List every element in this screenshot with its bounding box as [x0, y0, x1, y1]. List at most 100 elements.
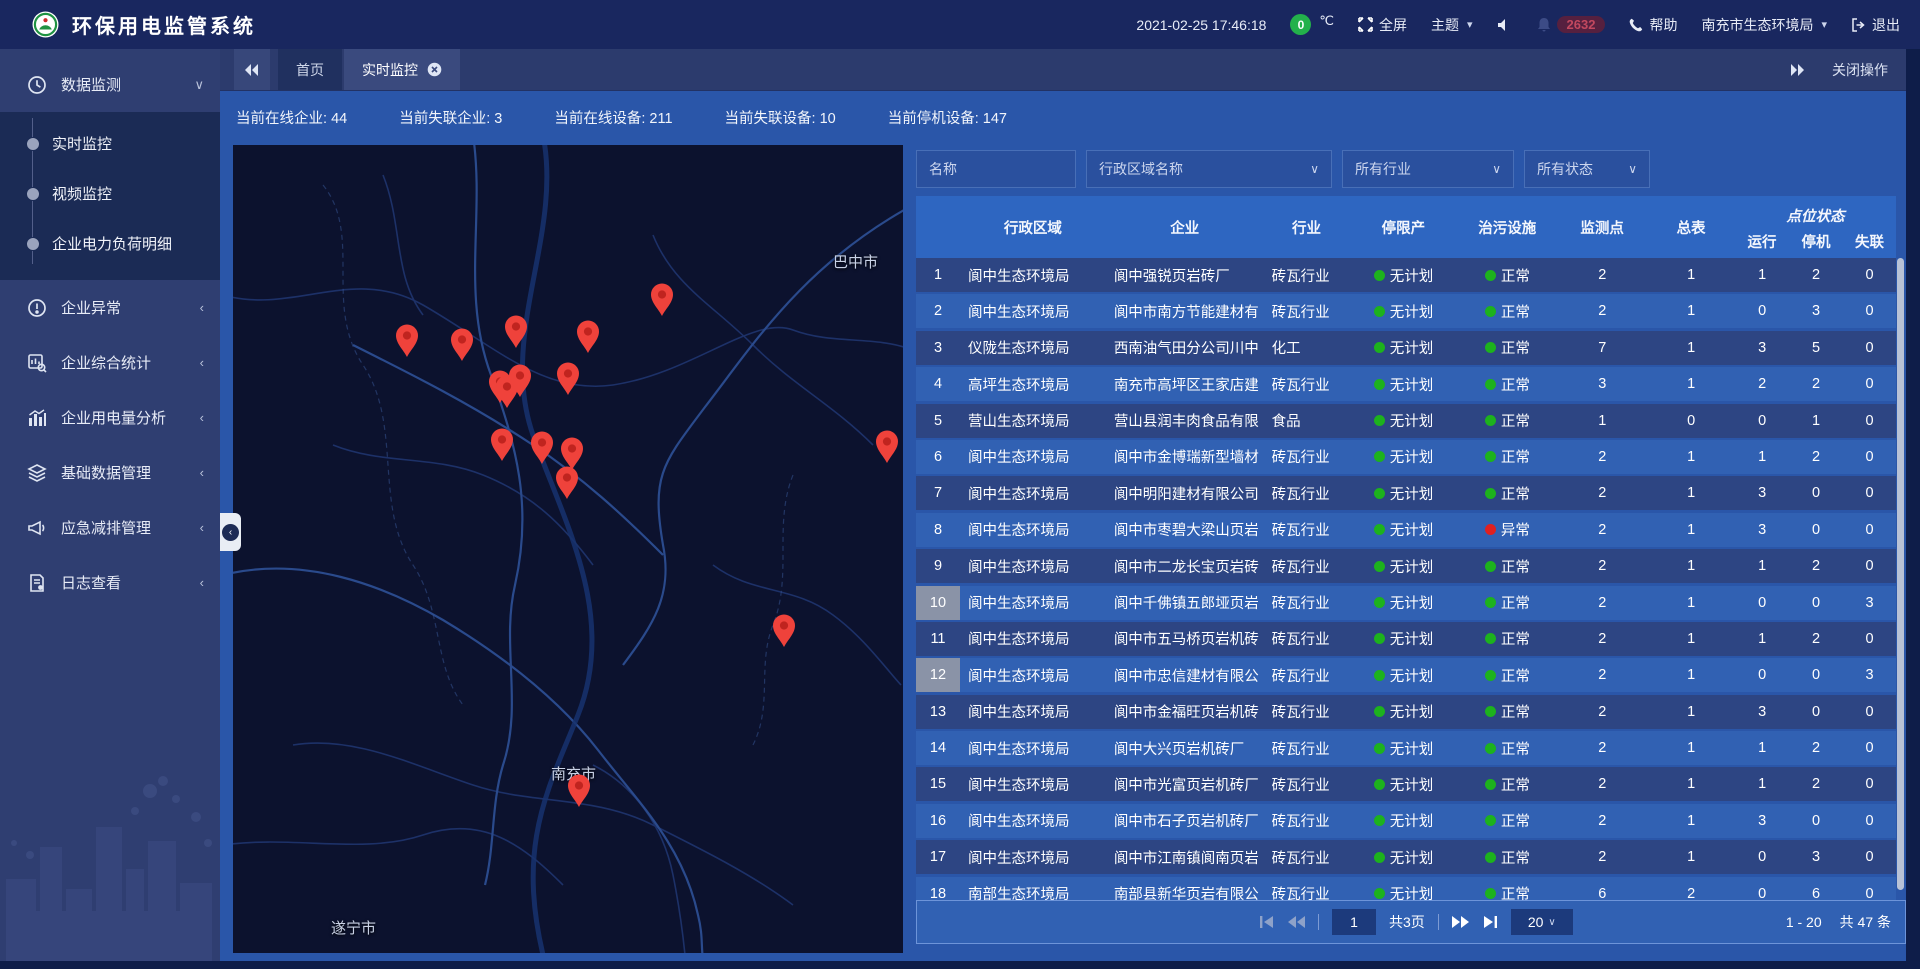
- map-pin-icon[interactable]: [503, 315, 529, 349]
- name-filter-input[interactable]: 名称: [916, 150, 1076, 188]
- table-row[interactable]: 18南部生态环境局南部县新华页岩有限公砖瓦行业无计划正常62060: [916, 877, 1896, 900]
- cell-stop: 3: [1789, 294, 1843, 328]
- logout-button[interactable]: 退出: [1851, 15, 1900, 35]
- sidebar-item-emergency[interactable]: 应急减排管理‹: [0, 500, 220, 555]
- map-pin-icon[interactable]: [555, 362, 581, 396]
- cell-stop: 0: [1789, 695, 1843, 729]
- map-pin-icon[interactable]: [649, 283, 675, 317]
- status-dot-green-icon: [1374, 270, 1385, 281]
- status-stat: 当前停机设备: 147: [888, 107, 1007, 128]
- cell-lost: 0: [1843, 622, 1896, 656]
- cell-run: 1: [1735, 258, 1789, 292]
- map-pin-icon[interactable]: [575, 320, 601, 354]
- sidebar-item-logs[interactable]: 日志查看‹: [0, 555, 220, 610]
- table-row[interactable]: 10阆中生态环境局阆中千佛镇五郎垭页岩砖瓦行业无计划正常21003: [916, 586, 1896, 620]
- cell-run: 3: [1735, 804, 1789, 838]
- map-pin-icon[interactable]: [394, 324, 420, 358]
- cell-points: 6: [1557, 877, 1647, 900]
- tabs-scroll-left-button[interactable]: [234, 49, 270, 90]
- tab-bar-right: 关闭操作: [1790, 49, 1906, 90]
- table-row[interactable]: 9阆中生态环境局阆中市二龙长宝页岩砖砖瓦行业无计划正常21120: [916, 549, 1896, 583]
- cell-meters: 1: [1647, 731, 1735, 765]
- map-pin-icon[interactable]: [489, 428, 515, 462]
- sidebar-item-data-monitor[interactable]: 数据监测∨: [0, 57, 220, 112]
- cell-plan-text: 无计划: [1390, 628, 1434, 649]
- sidebar-item-enterprise-abnormal[interactable]: 企业异常‹: [0, 280, 220, 335]
- column-header-fac: 治污设施: [1457, 196, 1557, 258]
- sidebar-item-label: 数据监测: [61, 74, 121, 95]
- table-row[interactable]: 8阆中生态环境局阆中市枣碧大梁山页岩砖瓦行业无计划异常21300: [916, 513, 1896, 547]
- cell-plan: 无计划: [1350, 367, 1458, 401]
- theme-dropdown[interactable]: 主题: [1431, 15, 1473, 35]
- next-page-button[interactable]: [1452, 916, 1469, 928]
- speaker-mute-icon[interactable]: [1497, 18, 1513, 32]
- cell-lost: 0: [1843, 695, 1896, 729]
- map-pin-icon[interactable]: [874, 430, 900, 464]
- row-index: 7: [916, 476, 960, 510]
- notification-area[interactable]: 2632: [1537, 16, 1606, 33]
- org-dropdown[interactable]: 南充市生态环境局: [1701, 15, 1827, 35]
- table-row[interactable]: 2阆中生态环境局阆中市南方节能建材有砖瓦行业无计划正常21030: [916, 294, 1896, 328]
- sidebar-subitem-video[interactable]: 视频监控: [0, 168, 220, 218]
- industry-filter-select[interactable]: 所有行业 ∨: [1342, 150, 1514, 188]
- last-page-button[interactable]: [1482, 916, 1498, 928]
- cell-facility-text: 正常: [1501, 774, 1530, 795]
- row-index: 2: [916, 294, 960, 328]
- map-roads: [233, 145, 903, 953]
- status-dot-green-icon: [1485, 561, 1496, 572]
- fullscreen-button[interactable]: 全屏: [1358, 15, 1407, 35]
- cell-company: 西南油气田分公司川中: [1106, 331, 1264, 365]
- map-pin-icon[interactable]: [566, 774, 592, 808]
- table-row[interactable]: 7阆中生态环境局阆中明阳建材有限公司砖瓦行业无计划正常21300: [916, 476, 1896, 510]
- table-row[interactable]: 15阆中生态环境局阆中市光富页岩机砖厂砖瓦行业无计划正常21120: [916, 767, 1896, 801]
- cell-run: 3: [1735, 695, 1789, 729]
- table-row[interactable]: 17阆中生态环境局阆中市江南镇阆南页岩砖瓦行业无计划正常21030: [916, 840, 1896, 874]
- table-row[interactable]: 12阆中生态环境局阆中市忠信建材有限公砖瓦行业无计划正常21003: [916, 658, 1896, 692]
- first-page-button[interactable]: [1259, 916, 1275, 928]
- table-row[interactable]: 11阆中生态环境局阆中市五马桥页岩机砖砖瓦行业无计划正常21120: [916, 622, 1896, 656]
- map-panel[interactable]: 巴中市南充市遂宁市: [233, 145, 903, 953]
- tabs-scroll-right-button[interactable]: [1790, 64, 1804, 76]
- table-row[interactable]: 16阆中生态环境局阆中市石子页岩机砖厂砖瓦行业无计划正常21300: [916, 804, 1896, 838]
- sidebar-collapse-handle[interactable]: ‹: [220, 513, 241, 551]
- status-filter-select[interactable]: 所有状态 ∨: [1524, 150, 1650, 188]
- cell-meters: 1: [1647, 622, 1735, 656]
- map-pin-icon[interactable]: [507, 364, 533, 398]
- map-pin-icon[interactable]: [554, 466, 580, 500]
- table-row[interactable]: 5营山生态环境局营山县润丰肉食品有限食品无计划正常10010: [916, 404, 1896, 438]
- table-row[interactable]: 1阆中生态环境局阆中强锐页岩砖厂砖瓦行业无计划正常21120: [916, 258, 1896, 292]
- region-filter-select[interactable]: 行政区域名称 ∨: [1086, 150, 1332, 188]
- tab-home[interactable]: 首页: [278, 49, 342, 90]
- monitor-icon: [27, 75, 47, 95]
- close-icon[interactable]: [427, 62, 442, 77]
- column-header-region: 行政区域: [960, 196, 1106, 258]
- status-dot-green-icon: [1485, 415, 1496, 426]
- prev-page-button[interactable]: [1288, 916, 1305, 928]
- map-pin-icon[interactable]: [771, 614, 797, 648]
- sidebar-item-base-data[interactable]: 基础数据管理‹: [0, 445, 220, 500]
- sidebar-subitem-power-load[interactable]: 企业电力负荷明细: [0, 218, 220, 268]
- status-stat-label: 当前在线设备:: [554, 111, 649, 127]
- table-row[interactable]: 3仪陇生态环境局西南油气田分公司川中化工无计划正常71350: [916, 331, 1896, 365]
- pagination-controls: 1 共3页 20 ∨: [1259, 901, 1573, 943]
- sidebar-subitem-realtime[interactable]: 实时监控: [0, 118, 220, 168]
- table-row[interactable]: 13阆中生态环境局阆中市金福旺页岩机砖砖瓦行业无计划正常21300: [916, 695, 1896, 729]
- table-row[interactable]: 4高坪生态环境局南充市高坪区王家店建砖瓦行业无计划正常31220: [916, 367, 1896, 401]
- map-pin-icon[interactable]: [449, 328, 475, 362]
- cell-points: 2: [1557, 513, 1647, 547]
- table-row[interactable]: 6阆中生态环境局阆中市金博瑞新型墙材砖瓦行业无计划正常21120: [916, 440, 1896, 474]
- close-operations-button[interactable]: 关闭操作: [1832, 60, 1888, 80]
- cell-region: 阆中生态环境局: [960, 767, 1106, 801]
- cell-plan: 无计划: [1350, 804, 1458, 838]
- sidebar-item-enterprise-stats[interactable]: 企业综合统计‹: [0, 335, 220, 390]
- page-number-input[interactable]: 1: [1332, 909, 1376, 935]
- tab-realtime[interactable]: 实时监控: [344, 49, 460, 90]
- help-button[interactable]: 帮助: [1629, 15, 1677, 35]
- cell-points: 2: [1557, 476, 1647, 510]
- map-pin-icon[interactable]: [529, 431, 555, 465]
- page-size-select[interactable]: 20 ∨: [1511, 909, 1573, 935]
- table-scrollbar[interactable]: [1897, 258, 1904, 890]
- cell-facility-text: 异常: [1501, 519, 1530, 540]
- table-row[interactable]: 14阆中生态环境局阆中大兴页岩机砖厂砖瓦行业无计划正常21120: [916, 731, 1896, 765]
- sidebar-item-power-analysis[interactable]: 企业用电量分析‹: [0, 390, 220, 445]
